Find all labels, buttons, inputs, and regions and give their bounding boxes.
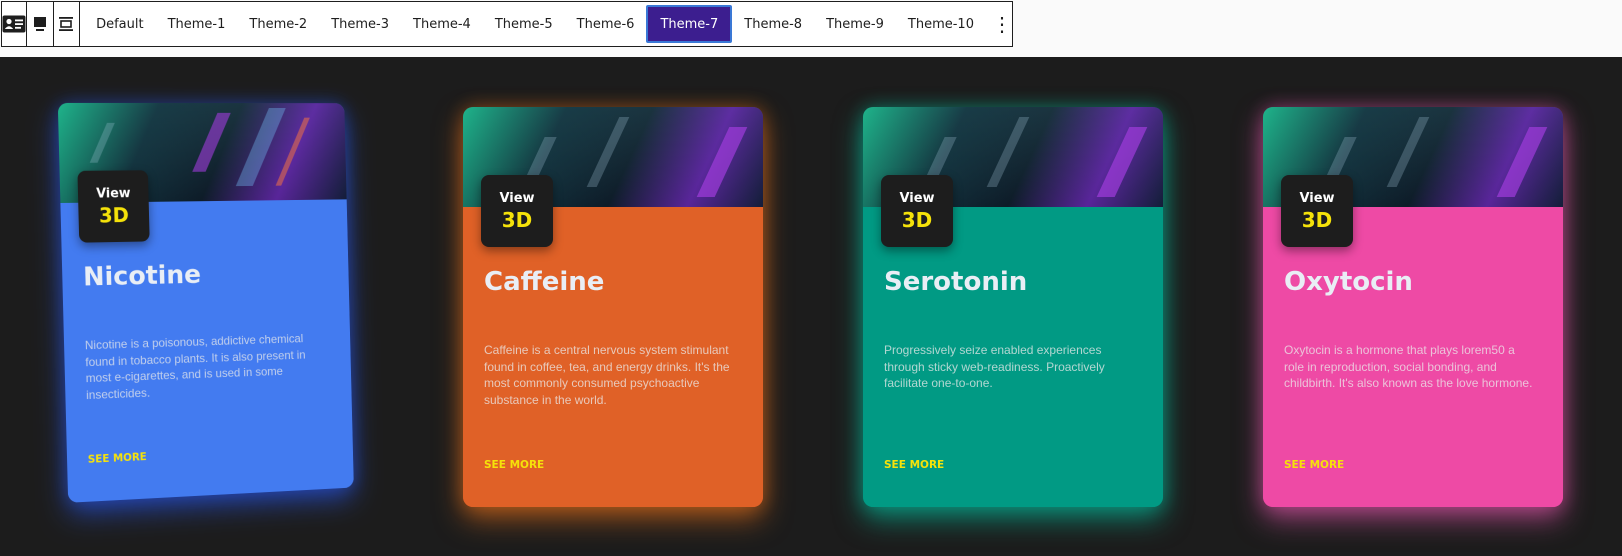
tab-theme-9[interactable]: Theme-9	[814, 5, 896, 43]
card-caffeine[interactable]: View 3D Caffeine Caffeine is a central n…	[463, 107, 763, 507]
contact-card-icon	[2, 15, 26, 33]
view-3d-button[interactable]: View 3D	[481, 175, 553, 247]
card-surface: View 3D Nicotine Nicotine is a poisonous…	[57, 102, 354, 503]
card-surface: View 3D Oxytocin Oxytocin is a hormone t…	[1263, 107, 1563, 507]
card-title: Nicotine	[82, 260, 202, 293]
tab-theme-3[interactable]: Theme-3	[319, 5, 401, 43]
card-description: Caffeine is a central nervous system sti…	[484, 343, 730, 407]
card-serotonin[interactable]: View 3D Serotonin Progressively seize en…	[863, 107, 1163, 507]
card-surface: View 3D Serotonin Progressively seize en…	[863, 107, 1163, 507]
view-3d-button[interactable]: View 3D	[881, 175, 953, 247]
view-3d-button[interactable]: View 3D	[77, 170, 150, 243]
tab-theme-5[interactable]: Theme-5	[483, 5, 565, 43]
align-center-button[interactable]	[54, 2, 81, 46]
tab-default[interactable]: Default	[84, 5, 156, 43]
badge-3d-label: 3D	[98, 202, 130, 227]
badge-3d-label: 3D	[901, 207, 933, 232]
card-surface: View 3D Caffeine Caffeine is a central n…	[463, 107, 763, 507]
block-layout-icon	[33, 17, 46, 31]
tab-theme-8[interactable]: Theme-8	[732, 5, 814, 43]
card-description: Progressively seize enabled experiences …	[884, 343, 1105, 390]
badge-view-label: View	[899, 190, 935, 206]
card-description: Oxytocin is a hormone that plays lorem50…	[1284, 343, 1533, 390]
tab-theme-4[interactable]: Theme-4	[401, 5, 483, 43]
theme-toolbar: Default Theme-1 Theme-2 Theme-3 Theme-4 …	[1, 1, 1013, 47]
badge-view-label: View	[1299, 190, 1335, 206]
see-more-link[interactable]: SEE MORE	[884, 459, 944, 471]
view-3d-button[interactable]: View 3D	[1281, 175, 1353, 247]
tab-theme-10[interactable]: Theme-10	[896, 5, 986, 43]
theme-tabs: Default Theme-1 Theme-2 Theme-3 Theme-4 …	[80, 2, 986, 46]
card-nicotine[interactable]: View 3D Nicotine Nicotine is a poisonous…	[57, 102, 354, 503]
align-center-icon	[59, 17, 74, 31]
tab-theme-6[interactable]: Theme-6	[565, 5, 647, 43]
badge-3d-label: 3D	[501, 207, 533, 232]
tab-theme-7[interactable]: Theme-7	[646, 5, 733, 43]
contact-card-button[interactable]	[2, 2, 27, 46]
tab-theme-1[interactable]: Theme-1	[156, 5, 238, 43]
see-more-link[interactable]: SEE MORE	[1284, 459, 1344, 471]
more-vertical-icon[interactable]: ⋮	[992, 2, 1012, 46]
card-description: Nicotine is a poisonous, addictive chemi…	[84, 331, 306, 402]
tab-theme-2[interactable]: Theme-2	[237, 5, 319, 43]
card-oxytocin[interactable]: View 3D Oxytocin Oxytocin is a hormone t…	[1263, 107, 1563, 507]
card-title: Caffeine	[484, 267, 605, 297]
card-title: Serotonin	[884, 267, 1028, 297]
badge-view-label: View	[95, 185, 131, 202]
see-more-link[interactable]: SEE MORE	[484, 459, 544, 471]
card-title: Oxytocin	[1284, 267, 1413, 297]
card-stage: View 3D Nicotine Nicotine is a poisonous…	[0, 57, 1622, 556]
badge-view-label: View	[499, 190, 535, 206]
badge-3d-label: 3D	[1301, 207, 1333, 232]
block-layout-button[interactable]	[27, 2, 54, 46]
